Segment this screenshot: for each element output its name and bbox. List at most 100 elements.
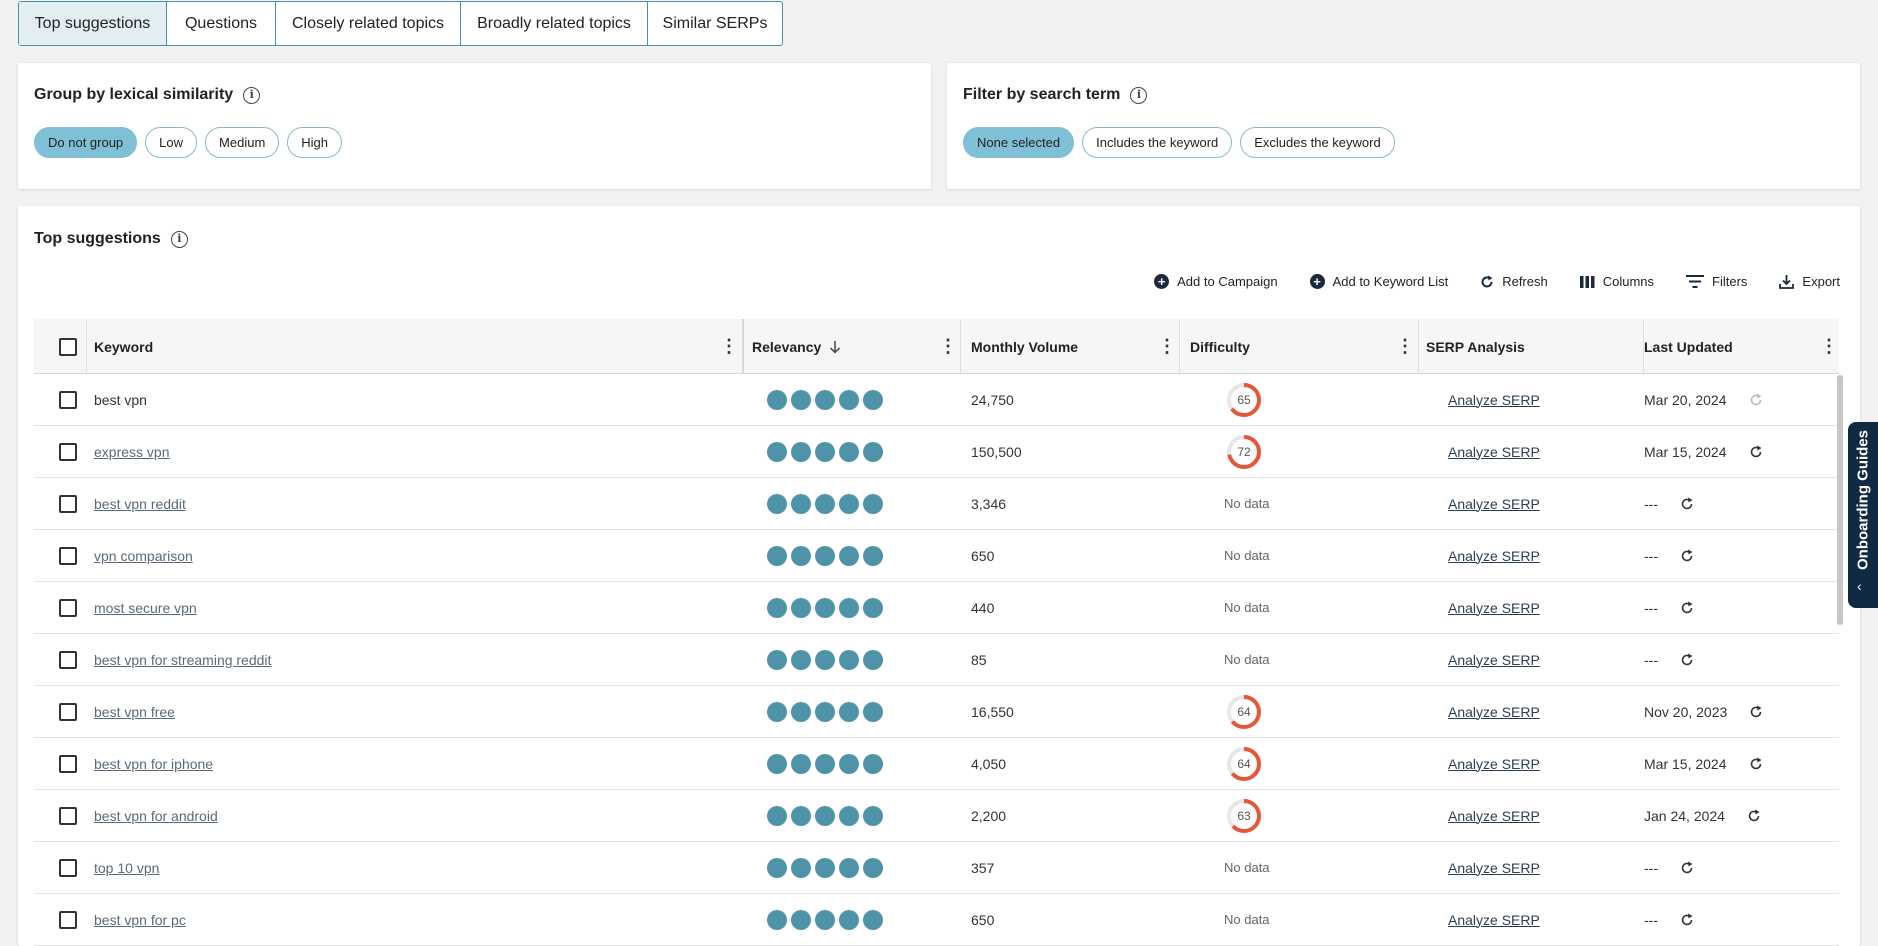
tab-bar: Top suggestions Questions Closely relate… — [18, 1, 783, 46]
column-header-difficulty[interactable]: Difficulty — [1190, 319, 1250, 374]
group-option-do-not-group[interactable]: Do not group — [34, 127, 138, 158]
analyze-serp-link[interactable]: Analyze SERP — [1448, 392, 1540, 408]
keyword-link[interactable]: top 10 vpn — [94, 860, 159, 876]
analyze-serp-link[interactable]: Analyze SERP — [1448, 756, 1540, 772]
refresh-row-icon[interactable] — [1749, 445, 1763, 459]
refresh-row-icon[interactable] — [1680, 861, 1694, 875]
analyze-serp-link[interactable]: Analyze SERP — [1448, 548, 1540, 564]
column-menu-icon[interactable]: ⋮ — [1158, 336, 1176, 356]
refresh-row-icon[interactable] — [1749, 757, 1763, 771]
filters-button[interactable]: Filters — [1686, 274, 1747, 289]
row-checkbox[interactable] — [59, 910, 77, 929]
tab-questions[interactable]: Questions — [167, 2, 276, 45]
keyword-link[interactable]: most secure vpn — [94, 600, 197, 616]
difficulty-value: 72 — [1237, 444, 1251, 459]
relevancy-dot — [815, 753, 835, 774]
relevancy-dot — [863, 805, 883, 826]
export-button[interactable]: Export — [1779, 274, 1840, 289]
column-menu-icon[interactable]: ⋮ — [1396, 336, 1414, 356]
table-toolbar: + Add to Campaign + Add to Keyword List … — [1122, 274, 1840, 289]
relevancy-dot — [791, 441, 811, 462]
tab-broadly-related-topics[interactable]: Broadly related topics — [461, 2, 648, 45]
column-header-last-updated[interactable]: Last Updated — [1644, 319, 1733, 374]
analyze-serp-link[interactable]: Analyze SERP — [1448, 600, 1540, 616]
info-icon[interactable]: i — [243, 86, 261, 104]
keyword-link[interactable]: best vpn for android — [94, 808, 218, 824]
row-checkbox[interactable] — [59, 598, 77, 617]
column-header-monthly-volume[interactable]: Monthly Volume — [971, 319, 1078, 374]
monthly-volume-cell: 440 — [971, 582, 994, 633]
last-updated-cell: Mar 15, 2024 — [1644, 426, 1763, 477]
refresh-row-icon[interactable] — [1680, 497, 1694, 511]
keyword-link[interactable]: express vpn — [94, 444, 169, 460]
row-checkbox[interactable] — [59, 650, 77, 669]
keyword-link[interactable]: vpn comparison — [94, 548, 193, 564]
column-menu-icon[interactable]: ⋮ — [939, 336, 957, 356]
refresh-row-icon[interactable] — [1680, 653, 1694, 667]
row-checkbox[interactable] — [59, 754, 77, 773]
refresh-row-icon[interactable] — [1680, 549, 1694, 563]
row-checkbox[interactable] — [59, 702, 77, 721]
keyword-link[interactable]: best vpn for pc — [94, 912, 186, 928]
keyword-link[interactable]: best vpn for iphone — [94, 756, 213, 772]
column-menu-icon[interactable]: ⋮ — [1820, 336, 1838, 356]
tab-similar-serps[interactable]: Similar SERPs — [648, 2, 782, 45]
refresh-row-icon[interactable] — [1747, 809, 1761, 823]
add-to-campaign-button[interactable]: + Add to Campaign — [1154, 274, 1278, 289]
last-updated-cell: Mar 20, 2024 — [1644, 374, 1763, 425]
analyze-serp-link[interactable]: Analyze SERP — [1448, 808, 1540, 824]
table-row: best vpn reddit 3,346 No data Analyze SERP -… — [34, 478, 1839, 530]
monthly-volume-value: 357 — [971, 859, 995, 876]
keyword-link[interactable]: best vpn free — [94, 704, 175, 720]
group-option-high[interactable]: High — [287, 127, 343, 158]
filter-option-none-selected[interactable]: None selected — [963, 127, 1075, 158]
columns-button[interactable]: Columns — [1579, 274, 1654, 289]
row-checkbox[interactable] — [59, 806, 77, 825]
analyze-serp-link[interactable]: Analyze SERP — [1448, 860, 1540, 876]
row-checkbox[interactable] — [59, 494, 77, 513]
tab-closely-related-topics[interactable]: Closely related topics — [276, 2, 461, 45]
row-checkbox[interactable] — [59, 442, 77, 461]
keyword-link[interactable]: best vpn reddit — [94, 496, 186, 512]
refresh-icon — [1480, 275, 1494, 289]
monthly-volume-cell: 4,050 — [971, 738, 1006, 789]
filter-option-excludes[interactable]: Excludes the keyword — [1240, 127, 1395, 158]
tab-top-suggestions[interactable]: Top suggestions — [19, 2, 167, 45]
keyword-link[interactable]: best vpn for streaming reddit — [94, 652, 271, 668]
analyze-serp-link[interactable]: Analyze SERP — [1448, 652, 1540, 668]
group-option-medium[interactable]: Medium — [205, 127, 280, 158]
difficulty-ring: 65 — [1225, 381, 1263, 419]
refresh-row-icon[interactable] — [1680, 913, 1694, 927]
select-all-checkbox[interactable] — [59, 337, 77, 356]
keyword-cell: best vpn for streaming reddit — [94, 634, 271, 685]
column-header-serp-analysis[interactable]: SERP Analysis — [1426, 319, 1525, 374]
column-header-relevancy[interactable]: Relevancy — [752, 319, 841, 374]
refresh-row-icon[interactable] — [1749, 393, 1763, 407]
relevancy-dot — [863, 753, 883, 774]
column-menu-icon[interactable]: ⋮ — [720, 336, 738, 356]
refresh-button[interactable]: Refresh — [1480, 274, 1548, 289]
column-header-keyword[interactable]: Keyword — [94, 319, 153, 374]
row-checkbox[interactable] — [59, 390, 77, 409]
info-icon[interactable]: i — [1130, 86, 1148, 104]
analyze-serp-link[interactable]: Analyze SERP — [1448, 704, 1540, 720]
info-icon[interactable]: i — [170, 230, 188, 248]
analyze-serp-link[interactable]: Analyze SERP — [1448, 912, 1540, 928]
row-checkbox[interactable] — [59, 858, 77, 877]
onboarding-guides-tab[interactable]: Onboarding Guides ‹ — [1848, 422, 1878, 608]
relevancy-dot — [767, 805, 787, 826]
analyze-serp-link[interactable]: Analyze SERP — [1448, 496, 1540, 512]
suggestions-table: Keyword ⋮ Relevancy ⋮ Monthly Volume ⋮ D… — [34, 319, 1839, 946]
add-to-keyword-list-button[interactable]: + Add to Keyword List — [1309, 274, 1448, 289]
difficulty-cell: 63 — [1225, 790, 1263, 841]
group-option-low[interactable]: Low — [145, 127, 198, 158]
row-select-cell — [59, 374, 77, 425]
refresh-row-icon[interactable] — [1749, 705, 1763, 719]
row-checkbox[interactable] — [59, 546, 77, 565]
last-updated-value: Mar 15, 2024 — [1644, 443, 1727, 460]
analyze-serp-link[interactable]: Analyze SERP — [1448, 444, 1540, 460]
refresh-row-icon[interactable] — [1680, 601, 1694, 615]
last-updated-cell: --- — [1644, 842, 1694, 893]
filter-option-includes[interactable]: Includes the keyword — [1082, 127, 1233, 158]
table-scrollbar[interactable] — [1837, 375, 1843, 625]
